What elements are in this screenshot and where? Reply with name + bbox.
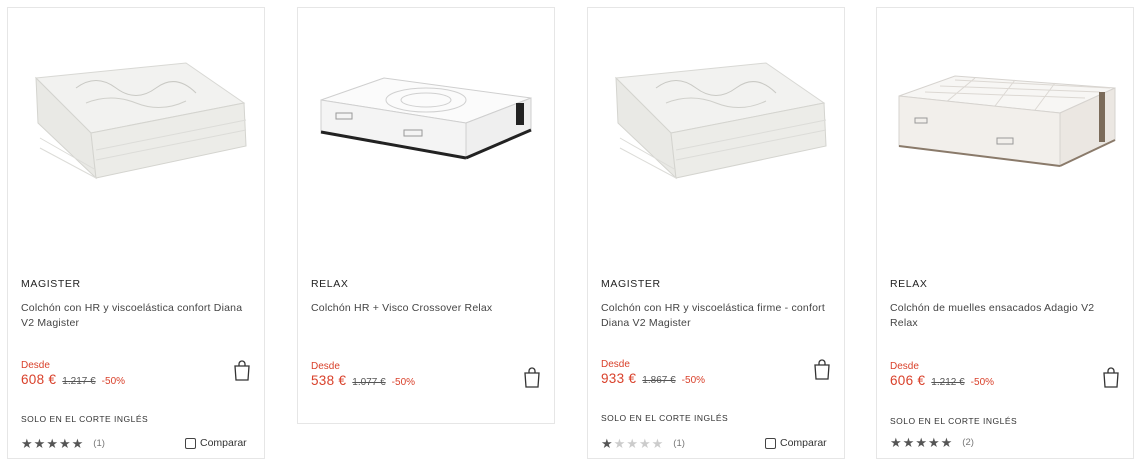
product-image[interactable] <box>877 8 1133 248</box>
exclusive-label: SOLO EN EL CORTE INGLÉS <box>890 416 1018 426</box>
price-block: Desde 606 € 1.212 € -50% <box>890 361 994 388</box>
product-title[interactable]: Colchón con HR y viscoelástica confort D… <box>21 301 253 331</box>
star-rating: ★ ★ ★ ★ ★ <box>601 437 663 450</box>
compare-toggle[interactable]: Comparar <box>185 437 247 449</box>
price-from-label: Desde <box>311 361 340 372</box>
star-icon: ★ <box>940 435 953 450</box>
price-from-label: Desde <box>890 361 919 372</box>
current-price: 933 € <box>601 371 637 386</box>
product-image[interactable] <box>298 8 554 248</box>
mattress-image-icon <box>898 75 1116 167</box>
mattress-image-icon <box>614 62 827 180</box>
star-icon: ★ <box>71 436 84 451</box>
product-brand: MAGISTER <box>21 278 81 290</box>
add-to-cart-bag-icon[interactable] <box>1101 367 1121 389</box>
original-price: 1.217 € <box>62 376 96 387</box>
product-title[interactable]: Colchón con HR y viscoelástica firme - c… <box>601 301 833 331</box>
star-icon: ★ <box>58 436 71 451</box>
star-icon: ★ <box>890 435 902 450</box>
price-from-label: Desde <box>601 359 630 370</box>
price-from-label: Desde <box>21 360 50 371</box>
review-count[interactable]: (1) <box>673 438 685 449</box>
rating: ★ ★ ★ ★ ★ (1) <box>21 437 105 450</box>
mattress-image-icon <box>320 77 532 160</box>
original-price: 1.077 € <box>352 377 386 388</box>
review-count[interactable]: (1) <box>93 438 105 449</box>
checkbox-icon[interactable] <box>185 437 196 449</box>
discount-badge: -50% <box>391 377 416 388</box>
product-image[interactable] <box>588 8 844 248</box>
price-block: Desde 933 € 1.867 € -50% <box>601 359 705 386</box>
product-title[interactable]: Colchón de muelles ensacados Adagio V2 R… <box>890 301 1122 331</box>
star-icon: ★ <box>902 435 915 450</box>
current-price: 606 € <box>890 373 926 388</box>
add-to-cart-bag-icon[interactable] <box>522 367 542 389</box>
compare-label: Comparar <box>200 437 247 449</box>
product-brand: MAGISTER <box>601 278 661 290</box>
star-icon: ★ <box>915 435 927 450</box>
star-icon: ★ <box>33 436 46 451</box>
rating: ★ ★ ★ ★ ★ (1) <box>601 437 685 450</box>
product-card[interactable]: MAGISTER Colchón con HR y viscoelástica … <box>7 7 265 459</box>
add-to-cart-bag-icon[interactable] <box>812 359 832 381</box>
discount-badge: -50% <box>970 377 995 388</box>
checkbox-icon[interactable] <box>765 437 776 449</box>
star-icon: ★ <box>46 436 58 451</box>
current-price: 538 € <box>311 373 347 388</box>
compare-label: Comparar <box>780 437 827 449</box>
star-icon: ★ <box>626 436 638 451</box>
star-icon: ★ <box>613 436 626 451</box>
discount-badge: -50% <box>681 375 706 386</box>
product-brand: RELAX <box>890 278 928 290</box>
review-count[interactable]: (2) <box>962 437 974 448</box>
discount-badge: -50% <box>101 376 126 387</box>
star-rating: ★ ★ ★ ★ ★ <box>21 437 83 450</box>
product-card[interactable]: RELAX Colchón de muelles ensacados Adagi… <box>876 7 1134 459</box>
product-brand: RELAX <box>311 278 349 290</box>
compare-toggle[interactable]: Comparar <box>765 437 827 449</box>
original-price: 1.212 € <box>931 377 965 388</box>
price-block: Desde 608 € 1.217 € -50% <box>21 360 125 387</box>
star-icon: ★ <box>21 436 33 451</box>
star-icon: ★ <box>927 435 940 450</box>
star-icon: ★ <box>638 436 651 451</box>
exclusive-label: SOLO EN EL CORTE INGLÉS <box>601 413 729 423</box>
product-title[interactable]: Colchón HR + Visco Crossover Relax <box>311 301 543 316</box>
star-icon: ★ <box>651 436 664 451</box>
mattress-image-icon <box>34 62 247 180</box>
star-rating: ★ ★ ★ ★ ★ <box>890 436 952 449</box>
product-image[interactable] <box>8 8 264 248</box>
current-price: 608 € <box>21 372 57 387</box>
star-icon: ★ <box>601 436 613 451</box>
rating: ★ ★ ★ ★ ★ (2) <box>890 436 974 449</box>
original-price: 1.867 € <box>642 375 676 386</box>
product-card[interactable]: RELAX Colchón HR + Visco Crossover Relax… <box>297 7 555 424</box>
add-to-cart-bag-icon[interactable] <box>232 360 252 382</box>
price-block: Desde 538 € 1.077 € -50% <box>311 361 415 388</box>
product-card[interactable]: MAGISTER Colchón con HR y viscoelástica … <box>587 7 845 459</box>
exclusive-label: SOLO EN EL CORTE INGLÉS <box>21 414 149 424</box>
